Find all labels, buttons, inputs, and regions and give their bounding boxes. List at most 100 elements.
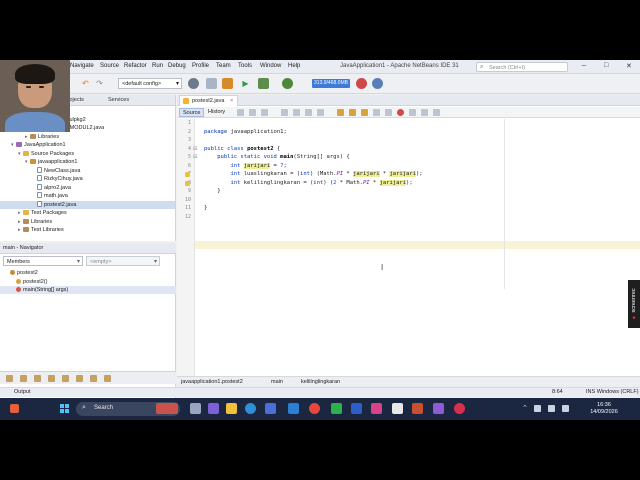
navigator-item[interactable]: main(String[] args) (0, 286, 176, 294)
app-icon[interactable] (392, 403, 403, 414)
code-line[interactable]: package javaapplication1; (204, 129, 287, 135)
code-line[interactable]: int luaslingkaran = (int) (Math.PI * jar… (204, 171, 423, 177)
code-line[interactable]: public static void main(String[] args) { (204, 154, 349, 160)
navigator-filter-select[interactable]: <empty> ▾ (86, 256, 160, 266)
game-bar-icon[interactable] (156, 403, 178, 414)
breadcrumb-class[interactable]: javaapplication1.postest2 (181, 379, 243, 385)
instagram-icon[interactable] (371, 403, 382, 414)
screenrec-app-icon[interactable] (454, 403, 465, 414)
editor-tool-icon[interactable] (349, 109, 356, 116)
tree-item[interactable]: postest2.java (0, 200, 175, 209)
word-icon[interactable] (351, 403, 362, 414)
menu-debug[interactable]: Debug (168, 63, 186, 69)
weather-icon[interactable] (10, 404, 19, 413)
maximize-icon[interactable]: □ (604, 62, 608, 69)
chrome-icon[interactable] (309, 403, 320, 414)
redo-icon[interactable]: ↷ (94, 78, 105, 89)
hint-bulb-icon[interactable] (185, 180, 190, 186)
output-tab[interactable]: Output (14, 389, 31, 395)
editor-tool-icon[interactable] (421, 109, 428, 116)
editor-tool-icon[interactable] (361, 109, 368, 116)
tree-item[interactable]: math.java (0, 192, 175, 200)
tree-item[interactable]: ▸ Libraries (0, 133, 175, 141)
menu-run[interactable]: Run (152, 63, 163, 69)
filter-icon[interactable] (48, 375, 55, 382)
netbeans-icon[interactable] (412, 403, 423, 414)
menu-refactor[interactable]: Refactor (124, 63, 147, 69)
breadcrumb-variable[interactable]: kelilinglingkaran (301, 379, 340, 385)
hint-bulb-icon[interactable] (185, 172, 190, 177)
editor-tool-icon[interactable] (433, 109, 440, 116)
profile-icon[interactable] (282, 78, 293, 89)
edge-icon[interactable] (245, 403, 256, 414)
filter-icon[interactable] (6, 375, 13, 382)
close-icon[interactable]: ✕ (626, 62, 632, 70)
taskbar-clock[interactable]: 16:36 14/09/2026 (582, 402, 626, 416)
filter-icon[interactable] (76, 375, 83, 382)
editor-tool-icon[interactable] (237, 109, 244, 116)
gear-icon[interactable] (188, 78, 199, 89)
source-mode-button[interactable]: Source (179, 108, 205, 117)
tree-item[interactable]: ▾ Source Packages (0, 150, 175, 158)
filter-icon[interactable] (20, 375, 27, 382)
editor-tool-icon[interactable] (337, 109, 344, 116)
tab-postest2[interactable]: postest2.java × (179, 95, 239, 106)
menu-help[interactable]: Help (288, 63, 300, 69)
editor-tool-icon[interactable] (385, 109, 392, 116)
tree-item[interactable]: ▸ Libraries (0, 218, 175, 226)
tree-item[interactable]: NewClass.java (0, 166, 175, 175)
debug-icon[interactable] (258, 78, 269, 89)
filter-icon[interactable] (90, 375, 97, 382)
record-macro-icon[interactable] (397, 109, 404, 116)
tree-item[interactable]: ▸ Test Libraries (0, 226, 175, 234)
config-select[interactable]: <default config> ▾ (118, 78, 182, 89)
wifi-icon[interactable] (534, 405, 541, 412)
chevron-up-icon[interactable]: ⌃ (522, 404, 528, 412)
windows-start-icon[interactable] (60, 404, 70, 414)
tree-item[interactable]: ▾ javaapplication1 (0, 158, 175, 166)
task-view-icon[interactable] (190, 403, 201, 414)
filter-icon[interactable] (104, 375, 111, 382)
filter-icon[interactable] (34, 375, 41, 382)
editor-tool-icon[interactable] (261, 109, 268, 116)
store-icon[interactable] (265, 403, 276, 414)
editor-tool-icon[interactable] (373, 109, 380, 116)
search-input[interactable]: ⌕ Search (Ctrl+I) (476, 62, 568, 72)
editor-tool-icon[interactable] (305, 109, 312, 116)
screenrec-widget[interactable]: ● screenrec (628, 280, 640, 328)
editor-tool-icon[interactable] (409, 109, 416, 116)
copilot-icon[interactable] (208, 403, 219, 414)
vscode-icon[interactable] (288, 403, 299, 414)
editor-tool-icon[interactable] (249, 109, 256, 116)
menu-team[interactable]: Team (216, 63, 231, 69)
file-explorer-icon[interactable] (226, 403, 237, 414)
members-select[interactable]: Members ▾ (3, 256, 83, 266)
build-icon[interactable] (206, 78, 217, 89)
close-tab-icon[interactable]: × (230, 98, 233, 104)
history-mode-button[interactable]: History (205, 108, 228, 117)
filter-icon[interactable] (62, 375, 69, 382)
code-line[interactable]: } (204, 205, 207, 211)
tree-item[interactable]: ▸ Test Packages (0, 209, 175, 217)
minimize-icon[interactable]: – (582, 62, 586, 69)
menu-source[interactable]: Source (100, 63, 119, 69)
profile-ide-icon[interactable] (372, 78, 383, 89)
app-icon[interactable] (433, 403, 444, 414)
menu-tools[interactable]: Tools (238, 63, 252, 69)
tab-files[interactable]: Services (108, 97, 129, 103)
tree-item[interactable]: ▾ JavaApplication1 (0, 141, 175, 149)
gc-icon[interactable] (356, 78, 367, 89)
editor-tool-icon[interactable] (293, 109, 300, 116)
memory-indicator[interactable]: 313.9/468.0MB (312, 79, 350, 88)
run-icon[interactable]: ▶ (240, 78, 251, 89)
clean-build-icon[interactable] (222, 78, 233, 89)
code-line[interactable]: int kelilinglingkaran = (int) (2 * Math.… (204, 179, 413, 186)
navigator-item[interactable]: postest2 (0, 269, 176, 277)
volume-icon[interactable] (548, 405, 555, 412)
fold-icon[interactable]: ⊟ (193, 146, 197, 152)
undo-icon[interactable]: ↶ (80, 78, 91, 89)
editor-tool-icon[interactable] (281, 109, 288, 116)
code-line[interactable]: public class postest2 { (204, 146, 280, 152)
tree-item[interactable]: alpro2.java (0, 183, 175, 192)
tree-item[interactable]: RizkyCihuy.java (0, 175, 175, 183)
